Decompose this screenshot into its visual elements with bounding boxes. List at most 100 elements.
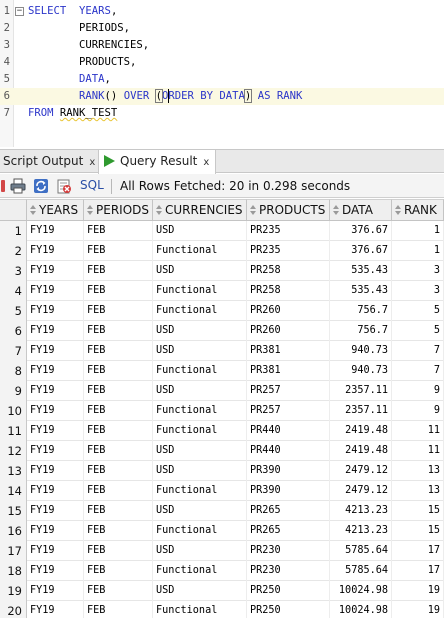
col-years-cell[interactable]: FY19 <box>27 481 84 501</box>
col-data-cell[interactable]: 535.43 <box>330 281 392 301</box>
col-data-cell[interactable]: 5785.64 <box>330 561 392 581</box>
row-number[interactable]: 20 <box>0 601 27 618</box>
table-row[interactable]: 2 FY19 FEB Functional PR235 376.67 1 <box>0 241 444 261</box>
sort-icon[interactable] <box>155 204 163 216</box>
col-years-cell[interactable]: FY19 <box>27 261 84 281</box>
col-data-cell[interactable]: 5785.64 <box>330 541 392 561</box>
col-data-cell[interactable]: 756.7 <box>330 321 392 341</box>
col-rank-cell[interactable]: 3 <box>392 281 444 301</box>
col-years-cell[interactable]: FY19 <box>27 421 84 441</box>
table-row[interactable]: 9 FY19 FEB USD PR257 2357.11 9 <box>0 381 444 401</box>
col-periods-cell[interactable]: FEB <box>84 401 153 421</box>
col-years-cell[interactable]: FY19 <box>27 241 84 261</box>
code-line[interactable]: 7 FROM RANK_TEST <box>0 105 444 122</box>
col-rank-header[interactable]: RANK <box>392 199 444 221</box>
table-row[interactable]: 10 FY19 FEB Functional PR257 2357.11 9 <box>0 401 444 421</box>
table-row[interactable]: 11 FY19 FEB Functional PR440 2419.48 11 <box>0 421 444 441</box>
col-products-cell[interactable]: PR390 <box>247 481 330 501</box>
col-currencies-cell[interactable]: Functional <box>153 481 247 501</box>
col-periods-cell[interactable]: FEB <box>84 601 153 618</box>
col-years-cell[interactable]: FY19 <box>27 341 84 361</box>
table-row[interactable]: 20 FY19 FEB Functional PR250 10024.98 19 <box>0 601 444 618</box>
col-products-cell[interactable]: PR260 <box>247 301 330 321</box>
col-rank-cell[interactable]: 11 <box>392 421 444 441</box>
table-row[interactable]: 14 FY19 FEB Functional PR390 2479.12 13 <box>0 481 444 501</box>
code-line[interactable]: 6 RANK() OVER (ORDER BY DATA) AS RANK <box>0 88 444 105</box>
row-number[interactable]: 8 <box>0 361 27 381</box>
col-years-cell[interactable]: FY19 <box>27 581 84 601</box>
col-currencies-cell[interactable]: Functional <box>153 601 247 618</box>
col-data-cell[interactable]: 2357.11 <box>330 401 392 421</box>
row-number[interactable]: 1 <box>0 221 27 241</box>
col-currencies-cell[interactable]: USD <box>153 461 247 481</box>
col-rank-cell[interactable]: 1 <box>392 241 444 261</box>
col-currencies-cell[interactable]: Functional <box>153 421 247 441</box>
col-periods-cell[interactable]: FEB <box>84 261 153 281</box>
table-row[interactable]: 17 FY19 FEB USD PR230 5785.64 17 <box>0 541 444 561</box>
code-line[interactable]: 5 DATA, <box>0 71 444 88</box>
row-number[interactable]: 4 <box>0 281 27 301</box>
col-products-cell[interactable]: PR440 <box>247 421 330 441</box>
export-icon[interactable] <box>56 178 72 194</box>
col-data-cell[interactable]: 2479.12 <box>330 481 392 501</box>
col-data-cell[interactable]: 535.43 <box>330 261 392 281</box>
col-currencies-cell[interactable]: USD <box>153 381 247 401</box>
col-products-cell[interactable]: PR258 <box>247 281 330 301</box>
col-years-cell[interactable]: FY19 <box>27 401 84 421</box>
table-row[interactable]: 4 FY19 FEB Functional PR258 535.43 3 <box>0 281 444 301</box>
col-currencies-cell[interactable]: USD <box>153 441 247 461</box>
print-icon[interactable] <box>10 178 26 194</box>
code-line[interactable]: 2 PERIODS, <box>0 20 444 37</box>
sort-icon[interactable] <box>86 204 94 216</box>
col-data-cell[interactable]: 2479.12 <box>330 461 392 481</box>
table-row[interactable]: 3 FY19 FEB USD PR258 535.43 3 <box>0 261 444 281</box>
col-years-cell[interactable]: FY19 <box>27 281 84 301</box>
col-years-cell[interactable]: FY19 <box>27 541 84 561</box>
col-rank-cell[interactable]: 7 <box>392 361 444 381</box>
row-number[interactable]: 14 <box>0 481 27 501</box>
col-rank-cell[interactable]: 3 <box>392 261 444 281</box>
col-years-cell[interactable]: FY19 <box>27 461 84 481</box>
table-row[interactable]: 19 FY19 FEB USD PR250 10024.98 19 <box>0 581 444 601</box>
col-periods-cell[interactable]: FEB <box>84 561 153 581</box>
col-data-cell[interactable]: 2419.48 <box>330 441 392 461</box>
col-periods-cell[interactable]: FEB <box>84 221 153 241</box>
col-years-cell[interactable]: FY19 <box>27 441 84 461</box>
col-years-cell[interactable]: FY19 <box>27 521 84 541</box>
row-number[interactable]: 11 <box>0 421 27 441</box>
row-number[interactable]: 15 <box>0 501 27 521</box>
col-data-cell[interactable]: 10024.98 <box>330 601 392 618</box>
col-products-header[interactable]: PRODUCTS <box>247 199 330 221</box>
sort-icon[interactable] <box>394 204 402 216</box>
tab-query-result[interactable]: Query Result x <box>98 150 216 174</box>
close-query-result-icon[interactable]: x <box>203 157 209 168</box>
col-data-cell[interactable]: 10024.98 <box>330 581 392 601</box>
col-products-cell[interactable]: PR235 <box>247 221 330 241</box>
col-years-cell[interactable]: FY19 <box>27 561 84 581</box>
col-periods-cell[interactable]: FEB <box>84 341 153 361</box>
row-number[interactable]: 9 <box>0 381 27 401</box>
table-row[interactable]: 18 FY19 FEB Functional PR230 5785.64 17 <box>0 561 444 581</box>
col-rank-cell[interactable]: 9 <box>392 381 444 401</box>
col-products-cell[interactable]: PR230 <box>247 561 330 581</box>
col-currencies-cell[interactable]: Functional <box>153 361 247 381</box>
col-currencies-cell[interactable]: Functional <box>153 561 247 581</box>
col-products-cell[interactable]: PR390 <box>247 461 330 481</box>
col-products-cell[interactable]: PR235 <box>247 241 330 261</box>
table-row[interactable]: 13 FY19 FEB USD PR390 2479.12 13 <box>0 461 444 481</box>
col-currencies-cell[interactable]: USD <box>153 261 247 281</box>
col-data-cell[interactable]: 4213.23 <box>330 501 392 521</box>
col-years-cell[interactable]: FY19 <box>27 361 84 381</box>
col-currencies-cell[interactable]: Functional <box>153 401 247 421</box>
tab-script-output[interactable]: Script Output x <box>3 150 95 173</box>
col-currencies-cell[interactable]: USD <box>153 541 247 561</box>
col-years-cell[interactable]: FY19 <box>27 501 84 521</box>
pin-icon[interactable] <box>1 180 5 192</box>
col-data-cell[interactable]: 2419.48 <box>330 421 392 441</box>
row-number[interactable]: 3 <box>0 261 27 281</box>
refresh-icon[interactable] <box>33 178 49 194</box>
col-currencies-cell[interactable]: USD <box>153 501 247 521</box>
col-products-cell[interactable]: PR265 <box>247 501 330 521</box>
col-data-cell[interactable]: 4213.23 <box>330 521 392 541</box>
col-years-cell[interactable]: FY19 <box>27 301 84 321</box>
